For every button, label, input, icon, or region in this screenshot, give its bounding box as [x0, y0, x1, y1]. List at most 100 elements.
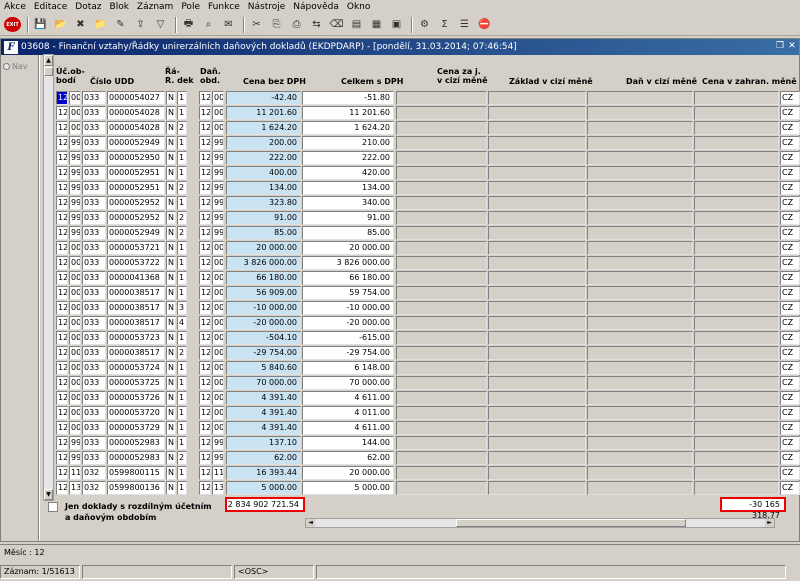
table-cell[interactable]: N [166, 466, 176, 480]
table-cell[interactable]: 0000052949 [107, 226, 165, 240]
table-cell[interactable]: 12 [56, 451, 68, 465]
table-cell[interactable]: -20 000.00 [226, 316, 301, 330]
table-cell[interactable] [587, 241, 693, 255]
table-cell[interactable]: 12 [56, 121, 68, 135]
table-cell[interactable]: 0000052951 [107, 181, 165, 195]
table-cell[interactable]: N [166, 436, 176, 450]
table-cell[interactable]: CZ [780, 301, 800, 315]
table-cell[interactable] [694, 106, 779, 120]
table-cell[interactable]: 99 [212, 211, 224, 225]
table-cell[interactable]: 00 [69, 301, 81, 315]
scroll-left-icon[interactable]: ◄ [306, 519, 315, 527]
table-cell[interactable] [488, 106, 586, 120]
table-cell[interactable]: 12 [199, 211, 211, 225]
table-cell[interactable]: 1 [177, 241, 187, 255]
table-cell[interactable]: CZ [780, 286, 800, 300]
table-cell[interactable]: -29 754.00 [302, 346, 394, 360]
delete-record-button[interactable]: ⌫ [328, 16, 345, 33]
table-cell[interactable]: 033 [82, 241, 106, 255]
table-cell[interactable]: 12 [56, 406, 68, 420]
table-cell[interactable]: 85.00 [302, 226, 394, 240]
search-button[interactable]: ⌕ [200, 16, 217, 33]
table-cell[interactable]: 033 [82, 451, 106, 465]
table-cell[interactable]: 12 [56, 391, 68, 405]
table-cell[interactable]: 222.00 [302, 151, 394, 165]
table-cell[interactable]: 00 [69, 316, 81, 330]
table-cell[interactable] [396, 361, 487, 375]
table-cell[interactable]: 70 000.00 [226, 376, 301, 390]
table-cell[interactable]: 033 [82, 421, 106, 435]
table-cell[interactable]: 0000038517 [107, 286, 165, 300]
filter-button[interactable]: ▽ [152, 16, 169, 33]
table-cell[interactable]: 12 [199, 271, 211, 285]
table-cell[interactable]: 033 [82, 136, 106, 150]
table-cell[interactable]: 1 [177, 391, 187, 405]
table-cell[interactable]: 11 [69, 466, 81, 480]
table-cell[interactable]: 12 [56, 466, 68, 480]
table-cell[interactable] [488, 271, 586, 285]
table-cell[interactable] [694, 91, 779, 105]
table-cell[interactable]: CZ [780, 121, 800, 135]
table-cell[interactable]: -10 000.00 [302, 301, 394, 315]
table-cell[interactable]: 033 [82, 406, 106, 420]
table-cell[interactable] [587, 361, 693, 375]
table-cell[interactable]: N [166, 301, 176, 315]
table-cell[interactable]: CZ [780, 316, 800, 330]
table-cell[interactable] [488, 406, 586, 420]
add-folder-button[interactable]: 📁 [92, 16, 109, 33]
table-cell[interactable]: 12 [56, 376, 68, 390]
table-cell[interactable]: 20 000.00 [302, 466, 394, 480]
table-cell[interactable] [488, 256, 586, 270]
table-cell[interactable]: CZ [780, 166, 800, 180]
table-cell[interactable]: 134.00 [226, 181, 301, 195]
table-cell[interactable]: 4 391.40 [226, 391, 301, 405]
table-cell[interactable]: 3 826 000.00 [302, 256, 394, 270]
table-cell[interactable]: 12 [56, 286, 68, 300]
table-cell[interactable]: 340.00 [302, 196, 394, 210]
table-cell[interactable]: 11 201.60 [226, 106, 301, 120]
table-cell[interactable]: CZ [780, 196, 800, 210]
table-cell[interactable] [587, 436, 693, 450]
table-cell[interactable]: 420.00 [302, 166, 394, 180]
table-cell[interactable]: CZ [780, 256, 800, 270]
table-cell[interactable]: 0000054028 [107, 106, 165, 120]
table-cell[interactable]: 033 [82, 376, 106, 390]
table-cell[interactable]: 00 [69, 406, 81, 420]
table-cell[interactable] [396, 316, 487, 330]
table-cell[interactable]: 00 [69, 91, 81, 105]
table-cell[interactable] [396, 466, 487, 480]
table-cell[interactable] [587, 466, 693, 480]
table-cell[interactable] [488, 391, 586, 405]
table-cell[interactable]: 5 000.00 [302, 481, 394, 495]
table-cell[interactable]: 12 [199, 466, 211, 480]
table-cell[interactable]: 1 [177, 256, 187, 270]
table-cell[interactable]: 00 [69, 256, 81, 270]
table-cell[interactable]: 00 [212, 331, 224, 345]
table-cell[interactable]: 12 [56, 211, 68, 225]
table-cell[interactable]: -615.00 [302, 331, 394, 345]
table-cell[interactable]: 00 [212, 241, 224, 255]
table-cell[interactable] [587, 331, 693, 345]
menu-item[interactable]: Záznam [133, 0, 177, 14]
table-cell[interactable] [488, 421, 586, 435]
table-cell[interactable]: 033 [82, 196, 106, 210]
table-cell[interactable] [694, 151, 779, 165]
table-cell[interactable]: 0000053724 [107, 361, 165, 375]
table-cell[interactable]: 0000054028 [107, 121, 165, 135]
table-cell[interactable]: 99 [212, 436, 224, 450]
table-cell[interactable]: 0000041368 [107, 271, 165, 285]
close-icon[interactable]: ✕ [787, 41, 797, 51]
table-cell[interactable]: 99 [69, 451, 81, 465]
table-cell[interactable]: 12 [199, 121, 211, 135]
table-cell[interactable]: 0000038517 [107, 346, 165, 360]
table-cell[interactable]: 3 [177, 301, 187, 315]
table-cell[interactable]: 1 [177, 151, 187, 165]
table-cell[interactable]: 85.00 [226, 226, 301, 240]
table-cell[interactable]: 0000038517 [107, 316, 165, 330]
table-cell[interactable]: -20 000.00 [302, 316, 394, 330]
table-cell[interactable]: 12 [56, 166, 68, 180]
table-cell[interactable]: 033 [82, 301, 106, 315]
table-cell[interactable]: 12 [199, 421, 211, 435]
vertical-scrollbar[interactable]: ▲ ▼ [43, 54, 54, 501]
table-cell[interactable]: 5 840.60 [226, 361, 301, 375]
